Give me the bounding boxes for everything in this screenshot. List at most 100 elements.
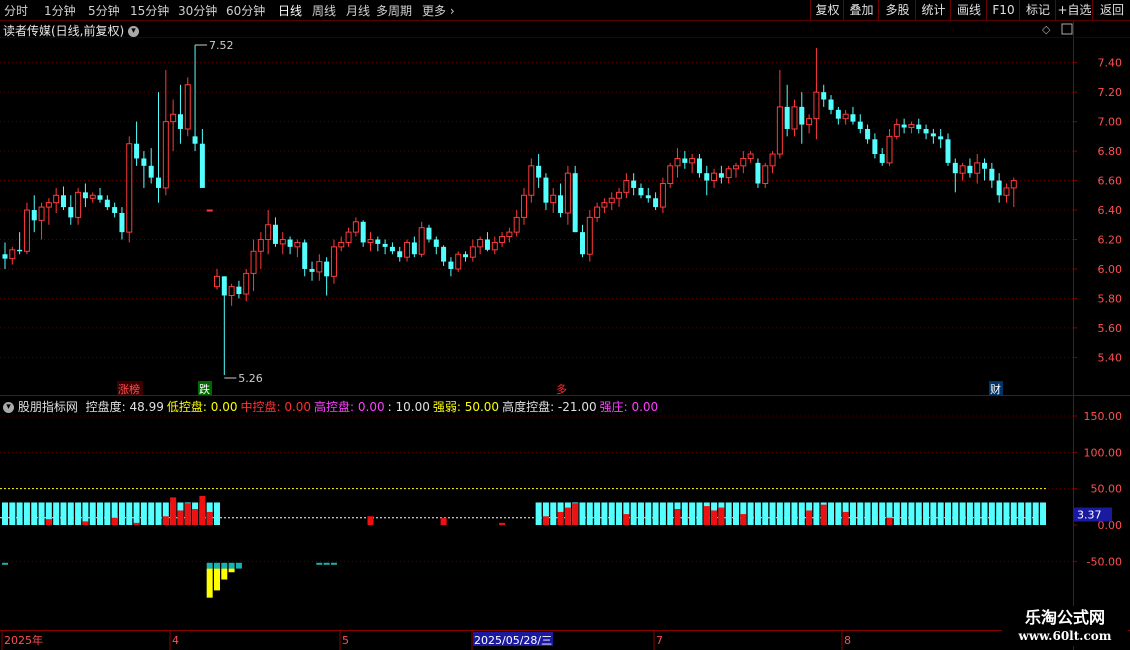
candle-body [17,249,23,252]
candle-body [667,165,674,185]
indicator-bar-red [111,517,118,525]
candle-body [236,286,242,295]
candle-body [813,91,820,120]
candle-body [82,192,88,199]
candle-body [996,180,1002,196]
price-tick-label: 6.00 [1098,263,1123,276]
price-tick-label: 6.80 [1098,145,1123,158]
indicator-bar-negative [206,562,213,569]
candle-body [463,254,469,258]
indicator-bar-red [199,495,206,525]
candle-body [923,128,929,134]
candle-body [294,241,301,248]
candle-body [221,276,227,296]
candle-body [901,124,907,128]
indicator-bar-cyan [1032,502,1039,525]
candle-body [784,106,790,129]
indicator-bar-cyan [996,502,1003,525]
high-label: 7.52 [209,39,234,52]
candle-body [433,239,439,247]
candle-body [206,209,213,212]
candle-body [243,272,250,295]
indicator-bar-cyan [915,502,922,525]
indicator-bar-cyan [944,502,951,525]
candle-body [9,249,16,260]
candle-body [799,106,805,125]
candle-body [674,157,681,167]
indicator-bar-negative [235,562,242,569]
candle-body [543,177,549,203]
indicator-bar-red [806,510,813,525]
indicator-bar-cyan [118,502,125,525]
watermark-line2: www.60lt.com [1018,629,1112,643]
candle-body [345,231,352,243]
candle-body [974,162,981,174]
indicator-bar-red [703,506,710,525]
indicator-tick-label: 150.00 [1084,410,1123,423]
event-marker-label: 多 [556,382,567,396]
indicator-bar-red [623,514,630,525]
indicator-bar-cyan [974,502,981,525]
indicator-bar-red [572,503,579,525]
indicator-bar-negative [213,562,220,569]
indicator-bar-yellow [206,568,213,598]
candle-body [645,195,651,199]
indicator-bar-red [184,503,191,525]
candle-body [250,250,257,274]
candle-body [148,165,154,178]
candle-body [302,242,308,269]
indicator-bar-red [440,517,447,525]
indicator-bar-cyan [667,502,674,525]
candle-body [638,187,644,196]
indicator-bar-cyan [97,502,104,525]
candle-body [126,143,133,233]
indicator-value: : 10.00 [387,400,430,414]
candle-body [806,118,813,126]
candle-body [367,238,374,243]
indicator-bar-red [82,521,89,525]
indicator-bar-cyan [67,502,74,525]
indicator-bar-cyan [9,502,16,525]
candle-body [682,158,688,163]
indicator-bar-cyan [733,502,739,525]
indicator-bar-cyan [893,502,900,525]
indicator-bar-cyan [38,502,45,525]
watermark-line1: 乐淘公式网 [1024,608,1105,627]
candle-body [23,209,30,252]
indicator-bar-red [820,504,827,525]
collapse-icon[interactable]: ▾ [3,402,14,413]
indicator-bar-negative [228,562,235,569]
candle-body [938,136,944,140]
candle-body [747,153,754,159]
candle-body [631,180,637,188]
indicator-bar-cyan [696,502,703,525]
candle-body [411,242,417,255]
indicator-bar-red [499,522,506,525]
indicator-bar-cyan [901,502,908,525]
candle-body [696,158,702,174]
indicator-bar-cyan [601,502,608,525]
indicator-bar-cyan [930,502,937,525]
candle-body [572,173,578,233]
indicator-bar-cyan [798,502,805,525]
diamond-icon: ◇ [1042,23,1051,36]
indicator-bar-negative [221,562,228,569]
indicator-title: ▾ 股朋指标网 控盘度: 48.99 低控盘: 0.00 中控盘: 0.00 高控盘:… [3,398,661,415]
event-marker-label: 涨榜 [118,382,140,396]
indicator-bar-cyan [966,502,973,525]
candle-body [484,239,490,250]
indicator-value: 强弱: 50.00 [432,400,500,414]
candle-body [112,207,118,213]
indicator-value: 高度控盘: -21.00 [502,400,597,414]
indicator-bar-cyan [959,502,966,525]
indicator-value: 高控盘: 0.00 [314,400,385,414]
candle-body [389,246,395,252]
indicator-bar-cyan [1010,502,1017,525]
candle-body [279,238,286,245]
candle-body [338,241,345,248]
indicator-bar-cyan [75,502,82,525]
candle-body [441,246,447,262]
candle-body [316,261,323,273]
indicator-bar-red [170,497,177,525]
candle-body [141,158,147,166]
